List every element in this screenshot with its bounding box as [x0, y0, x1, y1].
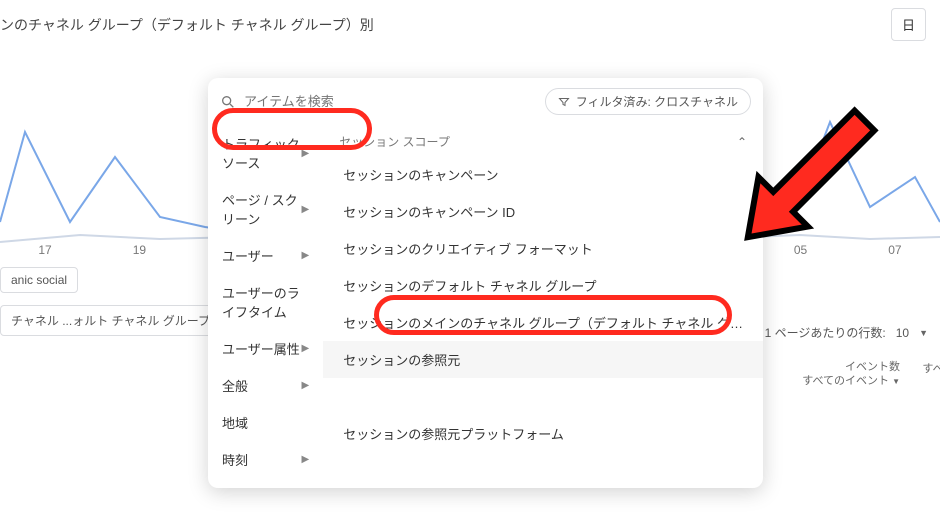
x-tick: 05 [771, 243, 831, 257]
x-tick: 07 [865, 243, 925, 257]
category-item-region[interactable]: 地域 [208, 404, 323, 441]
chevron-up-icon: ⌃ [737, 135, 747, 149]
rows-per-page-label: 1 ページあたりの行数: [765, 324, 886, 341]
category-label: 地域 [222, 413, 248, 432]
event-filter[interactable]: すべてのイベント ▼ [780, 374, 900, 388]
category-item-user[interactable]: ユーザー ▶ [208, 237, 323, 274]
dimension-select-label: チャネル ...ォルト チャネル グループ） [11, 312, 222, 329]
chevron-right-icon: ▶ [302, 148, 310, 159]
category-label: ユーザーのライフタイム [222, 283, 309, 321]
chevron-right-icon: ▶ [302, 380, 310, 391]
category-label: ページ / スクリーン [222, 190, 302, 228]
chevron-right-icon: ▶ [302, 204, 310, 215]
dimension-item[interactable]: セッションのキャンペーン ID [323, 193, 763, 230]
scope-header[interactable]: セッション スコープ ⌃ [323, 125, 763, 156]
category-item-traffic-source[interactable]: トラフィック ソース▶ [208, 125, 323, 181]
category-label: 時刻 [222, 450, 248, 469]
search-icon [220, 94, 236, 110]
x-tick: 19 [109, 243, 169, 257]
rows-per-page: 1 ページあたりの行数: 10 ▼ [765, 324, 928, 341]
column-header[interactable]: すべ [918, 360, 940, 395]
scope-label: セッション スコープ [339, 133, 450, 150]
category-label: トラフィック ソース [222, 134, 302, 172]
category-item-page-screen[interactable]: ページ / スクリーン▶ [208, 181, 323, 237]
category-label: ユーザー属性 [222, 339, 300, 358]
dimension-item[interactable]: セッションのキャンペーン [323, 156, 763, 193]
search-input[interactable] [244, 94, 537, 109]
chevron-down-icon[interactable]: ▼ [919, 328, 928, 338]
page-title: ンのチャネル グループ（デフォルト チャネル グループ）別 [0, 15, 374, 35]
rows-per-page-value[interactable]: 10 [896, 326, 909, 340]
category-item-user-lifetime[interactable]: ユーザーのライフタイム [208, 274, 323, 330]
chevron-right-icon: ▶ [302, 250, 310, 261]
chevron-right-icon: ▶ [302, 343, 310, 354]
dimension-item[interactable]: セッションのデフォルト チャネル グループ [323, 267, 763, 304]
series-tag[interactable]: anic social [0, 267, 78, 293]
filter-chip[interactable]: フィルタ済み: クロスチャネル [545, 88, 751, 115]
chevron-down-icon: ▼ [892, 377, 900, 386]
dimension-list: セッション スコープ ⌃ セッションのキャンペーン セッションのキャンペーン I… [323, 121, 763, 488]
filter-icon [558, 96, 570, 108]
category-label: ユーザー [222, 246, 274, 265]
dimension-item[interactable]: セッションのクリエイティブ フォーマット [323, 230, 763, 267]
dimension-item[interactable]: セッションのメインのチャネル グループ（デフォルト チャネル グ… [323, 304, 763, 341]
category-list: トラフィック ソース▶ ページ / スクリーン▶ ユーザー▶ ユーザーのライフタ… [208, 121, 323, 488]
category-label: 全般 [222, 376, 248, 395]
category-item-user-attributes[interactable]: ユーザー属性▶ [208, 330, 323, 367]
filter-chip-label: フィルタ済み: クロスチャネル [576, 93, 738, 110]
dimension-item[interactable]: セッションの参照元プラットフォーム [323, 415, 763, 452]
category-item-general[interactable]: 全般 ▶ [208, 367, 323, 404]
chevron-right-icon: ▶ [302, 454, 310, 465]
column-header[interactable]: イベント数 [780, 360, 900, 374]
category-item-time[interactable]: 時刻 ▶ [208, 441, 323, 478]
event-filter-label: すべてのイベント [802, 375, 889, 387]
dimension-picker-popup: フィルタ済み: クロスチャネル トラフィック ソース▶ ページ / スクリーン▶… [208, 78, 763, 488]
x-tick: 17 [15, 243, 75, 257]
dimension-item-session-source[interactable]: セッションの参照元 [323, 341, 763, 378]
day-toggle-button[interactable]: 日 [891, 8, 926, 41]
